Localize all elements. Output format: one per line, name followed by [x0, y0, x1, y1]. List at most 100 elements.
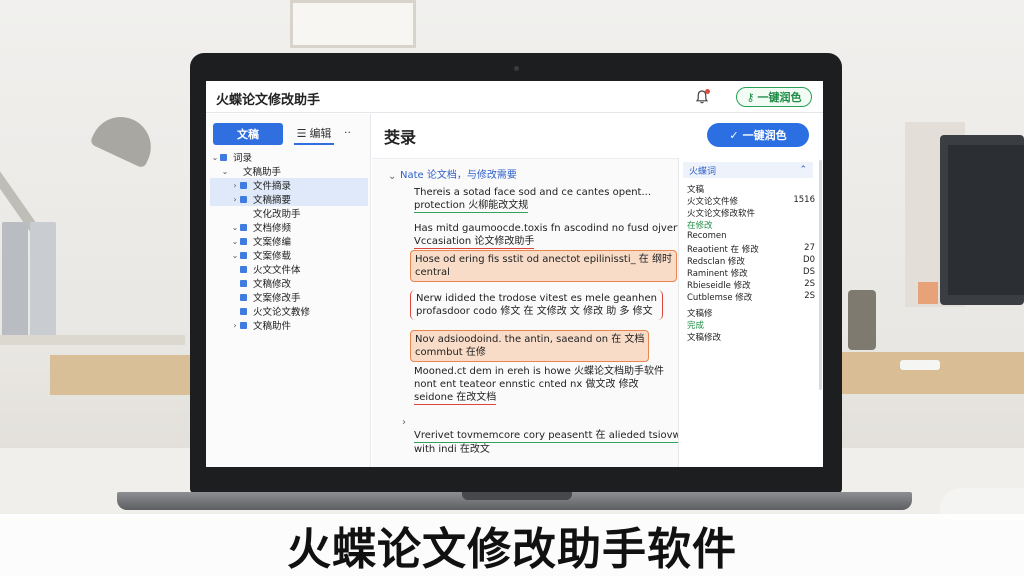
polish-button-top[interactable]: ⚷ 一键润色	[736, 87, 812, 107]
suggestion-row[interactable]: Reaotient 在 修改 27	[687, 243, 815, 255]
suggestion-row-value: 1516	[793, 195, 815, 205]
paragraph-4-line-2: with indi 在改文	[414, 444, 490, 455]
paragraph-3: Mooned.ct dem in ereh is howe 火蝶论文档助手软件 …	[414, 365, 664, 405]
polish-button-primary[interactable]: ✓ 一键润色	[707, 123, 809, 147]
paragraph-3-line-3: seidone 在改文档	[414, 392, 497, 405]
tree-item-label: 词录	[233, 153, 253, 164]
highlighted-suggestion-2[interactable]: Nov adsioodoind. the antin, saeand on 在 …	[410, 330, 650, 362]
tree-item[interactable]: 火文论文教修	[210, 304, 368, 318]
tree-item[interactable]: 文案修改手	[210, 290, 368, 304]
paragraph-3-line-2: nont ent teateor ennstic cnted nx 做文改 修改	[414, 379, 639, 390]
document-icon	[240, 279, 247, 287]
laptop-notch	[462, 492, 572, 500]
document-icon	[220, 153, 227, 161]
left-panel: 文稿 ☰ 编辑 ·· ⌄ 词录 ⌄ 文稿助手 › 文件摘录 › 文稿摘要 文化改助手 ⌄ 文档修频 ⌄…	[206, 114, 371, 467]
suggestion-row[interactable]: 文稿修	[687, 307, 815, 319]
tree-item[interactable]: ⌄ 文档修频	[210, 220, 368, 235]
desk-lamp-head	[89, 107, 161, 169]
tree-item-label: 文稿助手	[243, 167, 282, 178]
suggestion-row-label: Reaotient 在 修改	[687, 245, 759, 255]
suggestion-row-label: Cutblemse 修改	[687, 293, 753, 303]
suggestion-row[interactable]: 火文论文件修 1516	[687, 195, 815, 207]
tab-edit[interactable]: ☰ 编辑	[294, 123, 334, 145]
tree-item[interactable]: 文稿修改	[210, 276, 368, 290]
wall-picture-frame	[290, 0, 416, 48]
tree-item-label: 文稿修改	[253, 279, 292, 290]
suggestion-row-label: 文稿修改	[687, 333, 722, 343]
highlighted-suggestion-1[interactable]: Hose od ering fis sstit od anectot epili…	[410, 250, 677, 282]
chevron-right-icon[interactable]: ›	[230, 181, 240, 190]
tree-item[interactable]: ⌄ 词录	[210, 150, 368, 165]
section-heading: Nate 论文档，与修改需要	[400, 169, 517, 182]
page-title: 茭录	[384, 128, 417, 147]
suggestion-row[interactable]: Recomen	[687, 231, 815, 243]
sticky-note	[918, 282, 938, 304]
chevron-down-icon[interactable]: ⌄	[230, 237, 240, 246]
tree-item[interactable]: › 文稿助件	[210, 318, 368, 333]
chevron-down-icon[interactable]: ⌄	[230, 251, 240, 260]
outline-tree: ⌄ 词录 ⌄ 文稿助手 › 文件摘录 › 文稿摘要 文化改助手 ⌄ 文档修频 ⌄ 文案修编 ⌄ 文案修载 火文…	[210, 150, 368, 332]
suggestion-row-label: 完成	[687, 321, 705, 331]
suggestion-row[interactable]: 完成	[687, 319, 815, 331]
more-icon[interactable]: ··	[344, 126, 351, 139]
tree-item[interactable]: ⌄ 文案修载	[210, 248, 368, 263]
chevron-down-icon[interactable]: ⌄	[220, 167, 230, 176]
chevron-down-icon[interactable]: ⌄	[230, 223, 240, 232]
shelf	[0, 335, 185, 345]
tree-item[interactable]: › 文件摘录	[210, 178, 368, 192]
paragraph-2: Has mitd gaumoocde.toxis fn ascodind no …	[414, 222, 691, 249]
document-icon	[240, 223, 247, 231]
bracketed-suggestion[interactable]: Nerw idided the trodose vitest es mele g…	[410, 290, 663, 320]
suggestion-row-label: 在修改	[687, 221, 713, 231]
suggestion-list: 文稿 火文论文件修 1516 火文论文修改软件 在修改 Recomen Reaotient …	[687, 183, 815, 343]
desk-lamp-arm	[0, 153, 40, 233]
document-icon	[240, 321, 247, 329]
suggestion-row[interactable]: Raminent 修改 DS	[687, 267, 815, 279]
suggestion-2-line-2: commbut 在修	[415, 347, 486, 358]
chevron-right-icon[interactable]: ›	[230, 321, 240, 330]
bracketed-line-1: Nerw idided the trodose vitest es mele g…	[416, 293, 657, 304]
suggestion-row[interactable]: 文稿修改	[687, 331, 815, 343]
suggestion-row-value: 2S	[804, 291, 815, 301]
polish-button-label: 一键润色	[757, 91, 802, 104]
tab-document[interactable]: 文稿	[213, 123, 283, 145]
chevron-down-icon[interactable]: ⌄	[388, 171, 396, 182]
document-icon	[240, 237, 247, 245]
suggestion-row-label: Raminent 修改	[687, 269, 748, 279]
paragraph-1: Thereis a sotad face sod and ce cantes o…	[414, 186, 651, 213]
tree-item-label: 文稿摘要	[253, 195, 292, 206]
paragraph-3-line-1: Mooned.ct dem in ereh is howe 火蝶论文档助手软件	[414, 366, 665, 377]
suggestion-row-label: 火文论文修改软件	[687, 209, 756, 219]
suggestion-row[interactable]: Cutblemse 修改 2S	[687, 291, 815, 303]
suggestion-2-line-1: Nov adsioodoind. the antin, saeand on 在 …	[415, 334, 645, 345]
suggestion-row[interactable]: 在修改	[687, 219, 815, 231]
check-icon: ✓	[729, 128, 739, 142]
suggestion-row-value: 2S	[804, 279, 815, 289]
suggestion-row[interactable]: 文稿	[687, 183, 815, 195]
tree-item[interactable]: ⌄ 文稿助手	[210, 164, 368, 179]
document-pane: 茭录 ⌄ Nate 论文档，与修改需要 Thereis a sotad face…	[372, 114, 691, 467]
right-panel-header[interactable]: 火蝶词 ⌃	[683, 162, 813, 178]
right-panel: 火蝶词 ⌃ 文稿 火文论文件修 1516 火文论文修改软件 在修改 Recomen Reao…	[678, 158, 823, 467]
tree-item-label: 火文论文教修	[253, 307, 311, 318]
tree-item[interactable]: › 文稿摘要	[210, 192, 368, 206]
suggestion-row[interactable]: 火文论文修改软件	[687, 207, 815, 219]
background-keyboard	[900, 360, 940, 370]
paragraph-4: Vrerivet tovmemcore cory peasentt 在 alie…	[414, 429, 681, 456]
scrollbar[interactable]	[819, 160, 822, 390]
tree-item[interactable]: ⌄ 文案修编	[210, 234, 368, 249]
tree-item[interactable]: 火文文件体	[210, 262, 368, 276]
suggestion-row[interactable]: Redsclan 修改 D0	[687, 255, 815, 267]
laptop-camera	[514, 66, 519, 71]
section-heading-text: Nate 论文档，与修改需要	[400, 170, 517, 181]
background-desk-right	[840, 352, 1024, 394]
suggestion-row-value: D0	[803, 255, 815, 265]
suggestion-row-label: Rbieseidle 修改	[687, 281, 751, 291]
suggestion-row-value: 27	[804, 243, 815, 253]
paragraph-1-line-1: Thereis a sotad face sod and ce cantes o…	[414, 187, 652, 198]
tree-item[interactable]: 文化改助手	[210, 206, 368, 220]
suggestion-row[interactable]: Rbieseidle 修改 2S	[687, 279, 815, 291]
chevron-right-icon[interactable]: ›	[402, 417, 406, 428]
chevron-right-icon[interactable]: ›	[230, 195, 240, 204]
chevron-down-icon[interactable]: ⌄	[210, 153, 220, 162]
